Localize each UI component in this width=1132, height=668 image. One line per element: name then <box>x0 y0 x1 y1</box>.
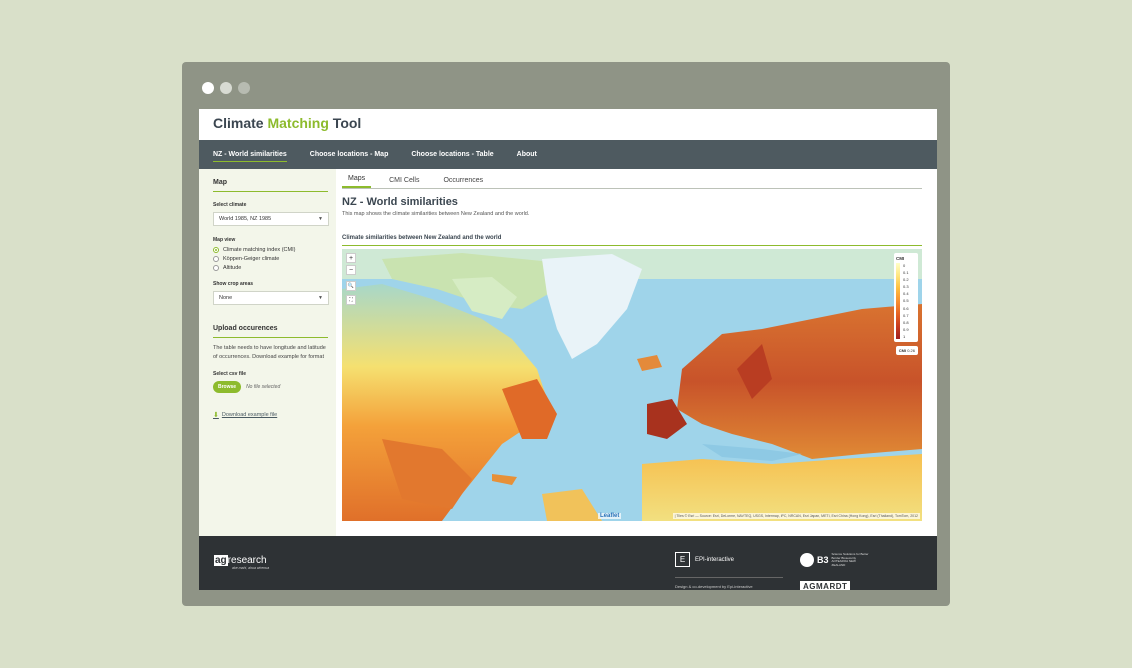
ag-rest: research <box>227 555 267 566</box>
app-title: Climate Matching Tool <box>213 115 923 131</box>
climate-select[interactable]: World 1985, NZ 1985 ▼ <box>213 212 329 226</box>
fullscreen-icon[interactable]: ⛶ <box>346 295 356 305</box>
crop-areas-label: Show crop areas <box>213 281 254 287</box>
ag-box: ag <box>214 555 228 566</box>
radio-option-altitude[interactable]: Altitude <box>213 265 328 271</box>
nav-tab-choose-table[interactable]: Choose locations - Table <box>411 148 493 161</box>
cmi-value: 0.26 <box>907 348 915 353</box>
legend-title: CMI <box>896 256 905 261</box>
legend-tick: 0.3 <box>903 284 909 290</box>
zoom-in-button[interactable]: + <box>346 253 356 263</box>
radio-option-cmi[interactable]: Climate matching index (CMI) <box>213 247 328 253</box>
cmi-legend: CMI 0 0.1 0.2 0.3 0.4 0.5 0.6 0.7 0.8 0.… <box>894 253 918 342</box>
title-accent: Matching <box>267 115 329 131</box>
radio-label: Climate matching index (CMI) <box>223 247 296 253</box>
leaflet-link[interactable]: Leaflet <box>598 513 622 519</box>
legend-tick: 0.2 <box>903 277 909 283</box>
legend-tick: 0.5 <box>903 298 909 304</box>
legend-color-bar <box>896 263 900 339</box>
agresearch-logo: agresearch ake mahi, ahua whenua <box>214 555 269 570</box>
no-file-text: No file selected <box>246 384 281 390</box>
upload-help-text: The table needs to have longitude and la… <box>213 345 326 360</box>
window-control-dot[interactable] <box>220 82 232 94</box>
download-example-link[interactable]: ⬇ Download example file <box>213 411 328 419</box>
crop-select-value: None <box>219 295 233 301</box>
epi-logo[interactable]: E EPI-interactive <box>675 552 734 567</box>
radio-label: Köppen-Geiger climate <box>223 256 280 262</box>
app-header: Climate Matching Tool <box>199 109 937 140</box>
browser-window: Climate Matching Tool NZ - World similar… <box>182 62 950 606</box>
b3-logo: B3 Science Solutions for Better Border B… <box>800 552 870 567</box>
legend-tick: 0 <box>903 263 906 268</box>
nav-tab-nz-world[interactable]: NZ - World similarities <box>213 148 287 162</box>
window-control-dot[interactable] <box>202 82 214 94</box>
map-heading: Map <box>213 179 328 192</box>
window-control-dot[interactable] <box>238 82 250 94</box>
footer-divider <box>675 577 783 578</box>
crop-select[interactable]: None ▼ <box>213 291 329 305</box>
radio-button[interactable] <box>213 265 219 271</box>
radio-button[interactable] <box>213 247 219 253</box>
csv-file-label: Select csv file <box>213 371 247 377</box>
app-page: Climate Matching Tool NZ - World similar… <box>199 109 937 590</box>
legend-tick: 1 <box>903 333 906 339</box>
content-tabs: Maps CMI Cells Occurrences <box>342 171 922 189</box>
climate-select-value: World 1985, NZ 1985 <box>219 216 272 222</box>
epi-name: EPI-interactive <box>695 556 735 563</box>
cmi-value-box: CMI 0.26 <box>895 346 918 355</box>
select-climate-label: Select climate <box>213 202 247 208</box>
nav-tab-choose-map[interactable]: Choose locations - Map <box>310 148 389 161</box>
nav-tab-about[interactable]: About <box>517 148 537 161</box>
legend-tick: 0.4 <box>903 291 909 297</box>
epi-credit: Design & co-development by Epi-interacti… <box>675 584 753 589</box>
title-part: Tool <box>328 115 362 131</box>
map-attribution: | Tiles © Esri — Source: Esri, DeLorme, … <box>672 513 920 519</box>
b3-icon <box>800 553 814 567</box>
search-icon[interactable]: 🔍 <box>346 281 356 291</box>
zoom-out-button[interactable]: − <box>346 265 356 275</box>
epi-mark: E <box>675 552 690 567</box>
b3-mark: B3 <box>817 555 829 565</box>
sidebar: Map Select climate World 1985, NZ 1985 ▼… <box>199 169 336 536</box>
legend-tick: 0.9 <box>903 326 909 332</box>
download-label: Download example file <box>221 412 278 418</box>
page-title: NZ - World similarities <box>342 196 458 208</box>
map-view-radio-group: Climate matching index (CMI) Köppen-Geig… <box>213 247 328 271</box>
main-panel: Maps CMI Cells Occurrences NZ - World si… <box>336 169 937 536</box>
legend-tick: 0.7 <box>903 312 909 318</box>
title-part: Climate <box>213 115 268 131</box>
tab-cmi-cells[interactable]: CMI Cells <box>383 177 425 188</box>
map-caption: Climate similarities between New Zealand… <box>342 235 922 246</box>
file-upload: Browse No file selected <box>213 381 328 393</box>
radio-label: Altitude <box>223 265 242 271</box>
caret-down-icon: ▼ <box>318 216 323 222</box>
legend-tick: 0.8 <box>903 319 909 325</box>
map-tiles <box>342 249 922 521</box>
legend-ticks: 0 0.1 0.2 0.3 0.4 0.5 0.6 0.7 0.8 0.9 1 <box>903 263 909 339</box>
legend-tick: 0.6 <box>903 305 909 311</box>
upload-heading: Upload occurences <box>213 325 328 338</box>
radio-option-koppen[interactable]: Köppen-Geiger climate <box>213 256 328 262</box>
legend-tick: 0.1 <box>903 270 909 276</box>
map-view-label: Map view <box>213 237 236 243</box>
ag-tagline: ake mahi, ahua whenua <box>232 566 270 570</box>
b3-text: Science Solutions for Better Border Bios… <box>831 552 869 567</box>
radio-button[interactable] <box>213 256 219 262</box>
browse-button[interactable]: Browse <box>213 381 242 393</box>
download-icon: ⬇ <box>213 412 219 419</box>
main-nav: NZ - World similarities Choose locations… <box>199 140 937 169</box>
tab-occurrences[interactable]: Occurrences <box>437 177 489 188</box>
tab-maps[interactable]: Maps <box>342 175 372 188</box>
legend-body: 0 0.1 0.2 0.3 0.4 0.5 0.6 0.7 0.8 0.9 1 <box>896 263 916 339</box>
page-description: This map shows the climate similarities … <box>342 211 530 217</box>
cmi-value-label: CMI <box>898 348 907 353</box>
content-area: Map Select climate World 1985, NZ 1985 ▼… <box>199 169 937 536</box>
caret-down-icon: ▼ <box>318 295 323 301</box>
agmardt-logo: AGMARDT <box>800 581 851 590</box>
world-map[interactable]: + − 🔍 ⛶ CMI 0 0.1 0.2 0.3 0.4 0.5 0.6 0.… <box>342 249 922 521</box>
footer: agresearch ake mahi, ahua whenua E EPI-i… <box>199 536 937 590</box>
